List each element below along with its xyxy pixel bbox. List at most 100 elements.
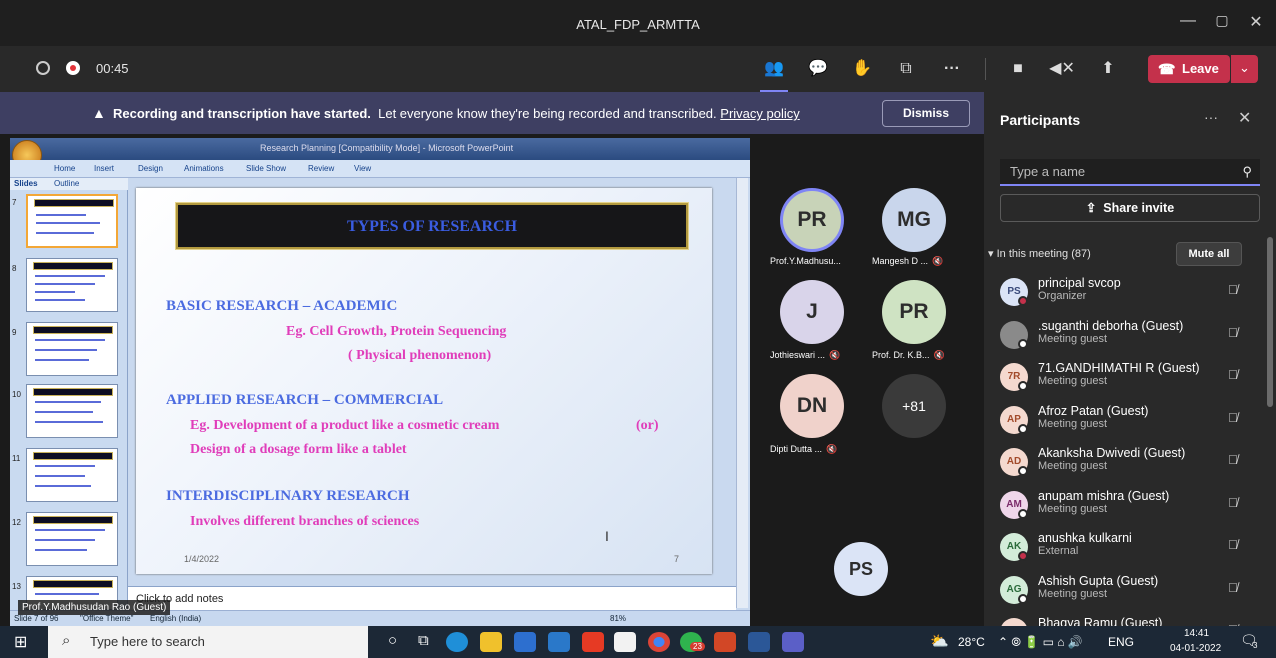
participant-role: Meeting guest xyxy=(1038,502,1108,515)
weather-icon[interactable]: ⛅ xyxy=(930,632,949,650)
panel-scrollbar[interactable] xyxy=(1267,237,1273,407)
participant-name: .suganthi deborha (Guest) xyxy=(1038,318,1184,333)
slide-page-number: 7 xyxy=(674,554,680,564)
mic-off-icon[interactable]: 🎙̸ xyxy=(1228,580,1238,595)
mute-all-button[interactable]: Mute all xyxy=(1176,242,1242,266)
window-titlebar: ATAL_FDP_ARMTTA — ▢ ✕ xyxy=(0,0,1276,46)
mic-off-icon: 🔇 xyxy=(829,350,841,360)
search-input[interactable]: Type a name ⚲ xyxy=(1000,159,1260,186)
participant-row[interactable]: AK anushka kulkarni External 🎙̸ xyxy=(1000,527,1256,567)
search-placeholder: Type a name xyxy=(1010,164,1086,179)
participant-row[interactable]: AM anupam mishra (Guest) Meeting guest 🎙̸ xyxy=(1000,485,1256,525)
avatar[interactable]: PR xyxy=(882,280,946,344)
avatar[interactable]: J xyxy=(780,280,844,344)
share-tray-icon[interactable]: ⬆ xyxy=(1094,56,1122,82)
shared-screen: Research Planning [Compatibility Mode] -… xyxy=(10,138,750,626)
slide-thumbnail xyxy=(26,258,118,312)
slide-scrollbar[interactable] xyxy=(736,178,748,608)
status-badge xyxy=(1018,296,1028,306)
notepad-icon[interactable] xyxy=(614,632,636,652)
taskbar: ⊞ ⌕ Type here to search ○ ⧉ 23 ⛅ 28°C ⌃ … xyxy=(0,626,1276,658)
current-slide: TYPES OF RESEARCH BASIC RESEARCH – ACADE… xyxy=(136,188,712,574)
mic-off-icon[interactable]: 🎙̸ xyxy=(1228,410,1238,425)
minimize-icon[interactable]: — xyxy=(1178,12,1198,30)
more-actions-icon[interactable]: ··· xyxy=(938,56,966,82)
ppt-ribbon-tabs: Home Insert Design Animations Slide Show… xyxy=(10,160,750,178)
mic-off-icon[interactable]: 🎙̸ xyxy=(1228,367,1238,382)
participant-row[interactable]: PS principal svcop Organizer 🎙̸ xyxy=(1000,272,1256,312)
mail-icon[interactable] xyxy=(548,632,570,652)
language-indicator[interactable]: ENG xyxy=(1108,635,1134,649)
participant-role: Meeting guest xyxy=(1038,417,1108,430)
participant-row[interactable]: .suganthi deborha (Guest) Meeting guest 🎙̸ xyxy=(1000,315,1256,355)
edge-icon[interactable] xyxy=(446,632,468,652)
store-icon[interactable] xyxy=(514,632,536,652)
in-meeting-header[interactable]: ▾ In this meeting (87) xyxy=(988,247,1091,260)
notes-pane[interactable]: Click to add notes xyxy=(128,586,736,610)
participant-role: Meeting guest xyxy=(1038,332,1108,345)
leave-options-button[interactable]: ⌄ xyxy=(1231,55,1258,83)
avatar-initials: PR xyxy=(797,208,827,231)
ppt-tab-animations: Animations xyxy=(184,164,224,173)
tile-name: Jothieswari ... 🔇 xyxy=(770,350,841,360)
participant-row[interactable]: AP Afroz Patan (Guest) Meeting guest 🎙̸ xyxy=(1000,400,1256,440)
avatar[interactable]: PR xyxy=(780,188,844,252)
cortana-icon[interactable]: ○ xyxy=(388,632,397,649)
thumb-number: 12 xyxy=(12,518,21,527)
phone-icon: ☎ xyxy=(1158,61,1176,77)
close-icon[interactable]: ✕ xyxy=(1238,108,1251,128)
slide-date: 1/4/2022 xyxy=(184,554,220,564)
participant-row[interactable]: 7R 71.GANDHIMATHI R (Guest) Meeting guest 🎙… xyxy=(1000,357,1256,397)
participant-row[interactable]: AD Akanksha Dwivedi (Guest) Meeting guest 🎙… xyxy=(1000,442,1256,482)
tile-name: Prof.Y.Madhusu... xyxy=(770,256,841,266)
powerpoint-icon[interactable] xyxy=(714,632,736,652)
status-badge xyxy=(1018,381,1028,391)
shield-icon xyxy=(36,61,50,75)
taskbar-search-input[interactable]: ⌕ Type here to search xyxy=(48,626,368,658)
system-tray-icons[interactable]: ⌃ ⦾ 🔋 ▭ ⌂ 🔊 xyxy=(998,635,1083,650)
notifications-count: 3 xyxy=(1253,641,1258,650)
avatar-initials: J xyxy=(806,300,818,323)
slide-heading-interdisciplinary: INTERDISCIPLINARY RESEARCH xyxy=(166,488,410,504)
task-view-icon[interactable]: ⧉ xyxy=(418,632,429,649)
maximize-icon[interactable]: ▢ xyxy=(1212,12,1232,29)
call-timer: 00:45 xyxy=(96,61,129,76)
word-icon[interactable] xyxy=(748,632,770,652)
mic-off-icon[interactable]: 🎙̸ xyxy=(1228,325,1238,340)
reactions-icon[interactable]: ✋ xyxy=(848,56,876,82)
windows-start-icon[interactable]: ⊞ xyxy=(14,632,27,652)
participant-row[interactable]: AG Ashish Gupta (Guest) Meeting guest 🎙̸ xyxy=(1000,570,1256,610)
avatar[interactable]: MG xyxy=(882,188,946,252)
close-window-icon[interactable]: ✕ xyxy=(1246,12,1266,32)
more-options-icon[interactable]: ··· xyxy=(1204,109,1218,125)
call-control-bar: 00:45 👥 💬 ✋ ⧉ ··· ■ ◀✕ ⬆ ☎ Leave ⌄ xyxy=(0,46,1276,92)
chat-icon[interactable]: 💬 xyxy=(804,56,832,82)
ppt-titlebar: Research Planning [Compatibility Mode] -… xyxy=(10,138,750,160)
camera-off-icon[interactable]: ■ xyxy=(1004,56,1032,82)
file-explorer-icon[interactable] xyxy=(480,632,502,652)
chrome-icon[interactable] xyxy=(648,632,670,652)
avatar-initials: AD xyxy=(1006,456,1022,467)
teams-icon[interactable] xyxy=(782,632,804,652)
leave-button[interactable]: ☎ Leave xyxy=(1148,55,1230,83)
tile-name: Prof. Dr. K.B... 🔇 xyxy=(872,350,945,360)
mic-off-icon[interactable]: 🎙̸ xyxy=(1228,495,1238,510)
toolbar-divider xyxy=(985,58,986,80)
slide-text: Involves different branches of sciences xyxy=(190,514,420,529)
more-participants-tile[interactable]: +81 xyxy=(882,374,946,438)
people-icon[interactable]: 👥 xyxy=(760,56,788,82)
share-invite-button[interactable]: ⇪ Share invite xyxy=(1000,194,1260,222)
rooms-icon[interactable]: ⧉ xyxy=(892,56,920,82)
thumb-number: 9 xyxy=(12,328,17,337)
mic-off-icon[interactable]: 🎙̸ xyxy=(1228,282,1238,297)
in-meeting-label: In this meeting (87) xyxy=(996,248,1091,260)
opera-icon[interactable] xyxy=(582,632,604,652)
avatar[interactable]: DN xyxy=(780,374,844,438)
mic-off-icon[interactable]: 🎙̸ xyxy=(1228,537,1238,552)
search-icon[interactable]: ⚲ xyxy=(1242,164,1252,180)
privacy-policy-link[interactable]: Privacy policy xyxy=(720,106,799,121)
dismiss-button[interactable]: Dismiss xyxy=(882,100,970,127)
mic-off-icon[interactable]: ◀✕ xyxy=(1048,56,1076,82)
participant-role: Organizer xyxy=(1038,290,1087,302)
mic-off-icon[interactable]: 🎙̸ xyxy=(1228,452,1238,467)
